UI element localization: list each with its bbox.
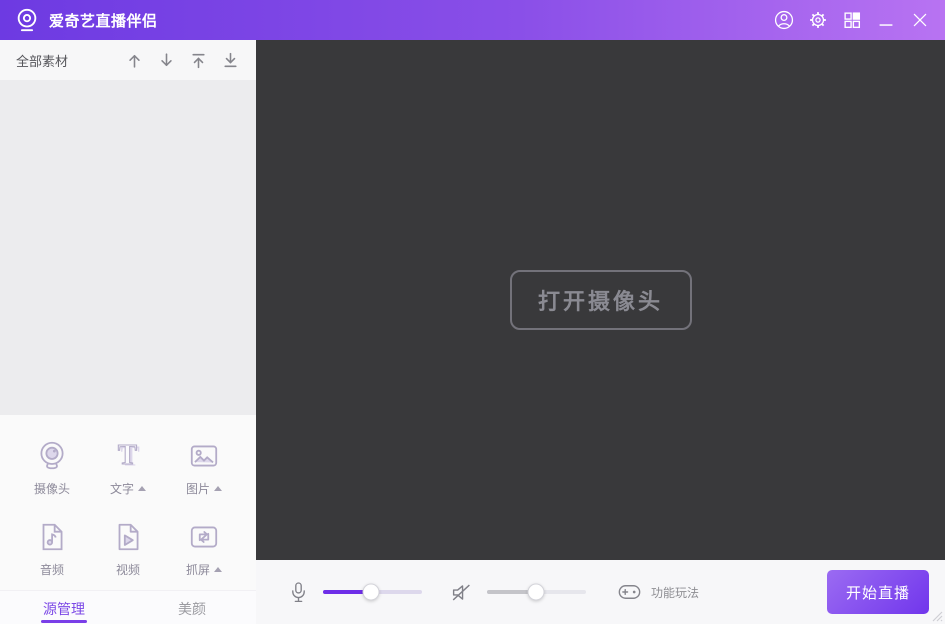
active-tab-underline — [41, 620, 87, 623]
move-to-bottom-icon[interactable] — [221, 51, 240, 70]
resize-grip-icon[interactable] — [930, 609, 943, 622]
source-label: 抓屏 — [186, 561, 210, 578]
close-icon[interactable] — [909, 9, 931, 31]
source-label: 摄像头 — [34, 480, 70, 497]
material-header-title: 全部素材 — [16, 51, 68, 70]
dropdown-caret-icon — [214, 486, 222, 491]
source-label: 音频 — [40, 561, 64, 578]
add-audio-button[interactable]: 音频 — [14, 520, 90, 581]
account-icon[interactable] — [773, 9, 795, 31]
source-panel: 全部素材 — [0, 40, 256, 624]
features-label: 功能玩法 — [651, 584, 699, 601]
microphone-icon[interactable] — [289, 581, 308, 604]
left-tab-bar: 源管理 美颜 — [0, 590, 256, 624]
layout-grid-icon[interactable] — [841, 9, 863, 31]
add-screen-capture-button[interactable]: 抓屏 — [166, 520, 242, 581]
source-label: 图片 — [186, 480, 210, 497]
features-button[interactable]: 功能玩法 — [617, 582, 699, 602]
screen-capture-icon — [187, 520, 221, 554]
add-camera-button[interactable]: 摄像头 — [14, 439, 90, 500]
settings-gear-icon[interactable] — [807, 9, 829, 31]
mic-volume-slider[interactable] — [323, 590, 422, 594]
iqiyi-logo — [14, 7, 40, 33]
add-source-buttons: 摄像头 T T 文字 — [0, 415, 256, 590]
source-label: 文字 — [110, 480, 134, 497]
webcam-icon — [35, 439, 69, 473]
tab-label: 源管理 — [43, 601, 85, 617]
dropdown-caret-icon — [138, 486, 146, 491]
titlebar: 爱奇艺直播伴侣 — [0, 0, 945, 40]
text-icon: T T — [111, 439, 145, 473]
material-list — [0, 80, 256, 415]
video-file-icon — [111, 520, 145, 554]
move-to-top-icon[interactable] — [189, 51, 208, 70]
add-image-button[interactable]: 图片 — [166, 439, 242, 500]
start-streaming-button[interactable]: 开始直播 — [827, 570, 929, 614]
tab-beauty[interactable]: 美颜 — [128, 591, 256, 624]
svg-text:T: T — [118, 439, 137, 471]
video-preview-area: 打开摄像头 — [256, 40, 945, 560]
speaker-muted-icon[interactable] — [451, 583, 472, 602]
source-label: 视频 — [116, 561, 140, 578]
speaker-volume-slider[interactable] — [487, 590, 586, 594]
tab-source-management[interactable]: 源管理 — [0, 591, 128, 624]
dropdown-caret-icon — [214, 567, 222, 572]
add-video-button[interactable]: 视频 — [90, 520, 166, 581]
mic-volume-thumb[interactable] — [362, 584, 379, 601]
footer-bar: 功能玩法 开始直播 — [256, 560, 945, 624]
audio-file-icon — [35, 520, 69, 554]
add-text-button[interactable]: T T 文字 — [90, 439, 166, 500]
app-title: 爱奇艺直播伴侣 — [49, 10, 158, 31]
tab-label: 美颜 — [178, 601, 206, 617]
app-window: 爱奇艺直播伴侣 — [0, 0, 945, 624]
move-up-icon[interactable] — [125, 51, 144, 70]
layer-controls — [125, 51, 240, 70]
move-down-icon[interactable] — [157, 51, 176, 70]
open-camera-button[interactable]: 打开摄像头 — [510, 270, 692, 330]
image-icon — [187, 439, 221, 473]
material-header: 全部素材 — [0, 40, 256, 80]
speaker-volume-thumb[interactable] — [527, 584, 544, 601]
gamepad-icon — [617, 582, 642, 602]
minimize-icon[interactable] — [875, 9, 897, 31]
